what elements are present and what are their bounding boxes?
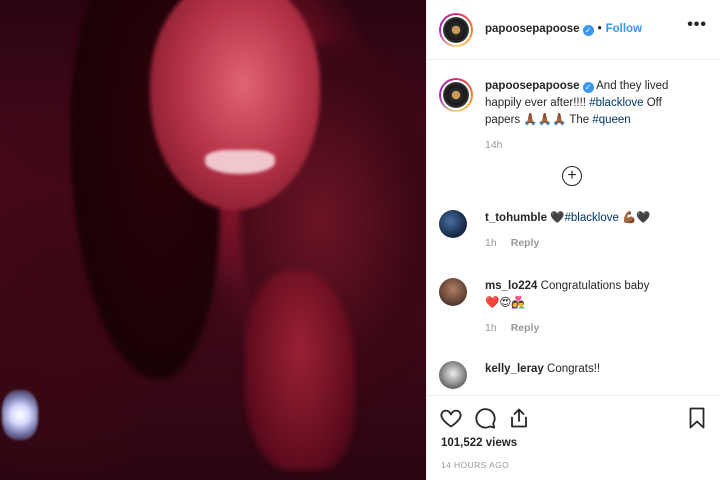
verified-badge-icon: ✓ (582, 82, 594, 93)
media-shape (205, 150, 275, 174)
reply-button[interactable]: Reply (511, 320, 540, 337)
heart-emoji: 🖤 (636, 212, 651, 224)
load-more-comments-button[interactable]: + (562, 166, 582, 186)
follow-button[interactable]: Follow (606, 23, 642, 35)
comment-time[interactable]: 1h (485, 320, 497, 337)
media-shape (245, 270, 355, 470)
comment-emoji: 💪🏾 (622, 212, 637, 224)
instagram-post: papoosepapoose ✓ • Follow ••• papoosepapoos… (0, 0, 720, 480)
caption: papoosepapoose ✓ And they lived happily e… (439, 78, 709, 154)
comment-time[interactable]: 1h (485, 235, 497, 252)
avatar[interactable] (439, 278, 467, 306)
username-link[interactable]: papoosepapoose (485, 23, 580, 35)
comment-body: t_tohumble 🖤#blacklove 💪🏾🖤 1h Reply (485, 210, 700, 252)
bookmark-icon[interactable] (685, 406, 709, 430)
comment-item: kelly_leray Congrats!! (439, 361, 709, 389)
caption-timestamp[interactable]: 14h (485, 137, 690, 154)
views-count[interactable]: 101,522 views (441, 437, 517, 449)
comment-meta: 1h Reply (485, 320, 700, 337)
comment-text: Congrats!! (547, 363, 601, 375)
heart-outline-icon[interactable] (439, 406, 463, 430)
media-shape (2, 390, 38, 440)
comment-item: ms_lo224 Congratulations baby ❤️😍👩‍❤️‍👨 … (439, 278, 709, 337)
post-media[interactable] (0, 0, 426, 480)
comment-text: Congratulations baby (540, 280, 650, 292)
caption-username[interactable]: papoosepapoose (485, 80, 580, 92)
comment-item: t_tohumble 🖤#blacklove 💪🏾🖤 1h Reply (439, 210, 709, 252)
comment-meta: 1h Reply (485, 235, 700, 252)
post-header: papoosepapoose ✓ • Follow ••• (427, 0, 720, 60)
speech-bubble-icon[interactable] (473, 406, 497, 430)
separator: • (597, 23, 602, 35)
hashtag-link[interactable]: #blacklove (565, 212, 619, 224)
hashtag-link[interactable]: #blacklove (589, 97, 643, 109)
caption-body: papoosepapoose ✓ And they lived happily e… (485, 78, 690, 154)
header-user: papoosepapoose ✓ • Follow (485, 23, 642, 36)
comments-section: papoosepapoose ✓ And they lived happily e… (427, 60, 720, 395)
comment-body: ms_lo224 Congratulations baby ❤️😍👩‍❤️‍👨 … (485, 278, 700, 337)
comment-username[interactable]: ms_lo224 (485, 280, 537, 292)
comment-emojis: ❤️😍👩‍❤️‍👨 (485, 297, 526, 309)
posted-time[interactable]: 14 HOURS AGO (441, 460, 509, 470)
verified-badge-icon: ✓ (582, 25, 594, 36)
post-sidebar: papoosepapoose ✓ • Follow ••• papoosepapoos… (426, 0, 720, 480)
post-actions: 101,522 views 14 HOURS AGO (427, 395, 720, 480)
avatar[interactable] (439, 361, 467, 389)
avatar[interactable] (439, 12, 473, 47)
comment-body: kelly_leray Congrats!! (485, 361, 700, 389)
share-upload-icon[interactable] (507, 406, 531, 430)
avatar[interactable] (439, 78, 473, 112)
hashtag-link[interactable]: #queen (592, 114, 630, 126)
caption-emojis: 🙏🏾🙏🏾🙏🏾 (523, 114, 567, 126)
more-options-icon[interactable]: ••• (687, 17, 707, 33)
comment-username[interactable]: t_tohumble (485, 212, 547, 224)
heart-emoji: 🖤 (550, 212, 565, 224)
reply-button[interactable]: Reply (511, 235, 540, 252)
comment-username[interactable]: kelly_leray (485, 363, 544, 375)
avatar[interactable] (439, 210, 467, 238)
caption-text: The (566, 114, 593, 126)
